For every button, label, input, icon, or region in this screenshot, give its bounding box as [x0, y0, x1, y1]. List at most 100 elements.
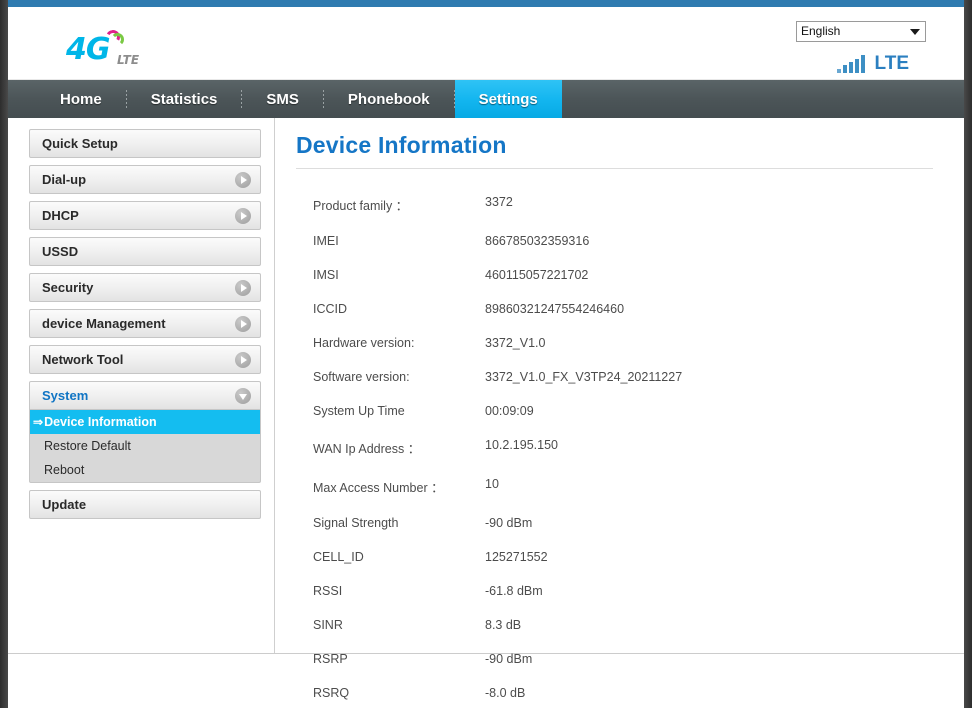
top-accent-bar — [8, 0, 964, 7]
nav-item-statistics[interactable]: Statistics — [127, 80, 242, 118]
row-label: IMEI — [313, 234, 339, 248]
row-label: Max Access Number ： — [313, 481, 444, 495]
sidebar-block-update: Update — [29, 490, 261, 519]
table-row: RSRP -90 dBm — [296, 652, 682, 686]
sidebar-item-device-information[interactable]: ⇒ Device Information — [30, 410, 260, 434]
router-admin-page: 4G LTE English LTE Home Statistics SMS P… — [8, 0, 964, 708]
chevron-down-icon — [910, 29, 920, 35]
row-label: WAN Ip Address ： — [313, 442, 421, 456]
chevron-right-circle-icon — [235, 351, 251, 368]
table-row: CELL_ID 125271552 — [296, 550, 682, 584]
brand-logo: 4G LTE — [66, 28, 166, 73]
sidebar-block-system: System ⇒ Device Information Restore Defa… — [29, 381, 261, 483]
sidebar-item-label: Reboot — [44, 463, 85, 477]
page-header: 4G LTE English LTE — [8, 7, 964, 80]
sidebar-block-device-management: device Management — [29, 309, 261, 338]
table-row: SINR 8.3 dB — [296, 618, 682, 652]
sidebar-item-reboot[interactable]: Reboot — [30, 458, 260, 482]
row-value: 10 — [485, 477, 499, 491]
sidebar-item-label: Network Tool — [42, 352, 124, 367]
sidebar-item-label: DHCP — [42, 208, 79, 223]
sidebar-item-system[interactable]: System — [29, 381, 261, 410]
row-label: IMSI — [313, 268, 339, 282]
system-submenu: ⇒ Device Information Restore Default Reb… — [29, 410, 261, 483]
table-row: Max Access Number ： 10 — [296, 477, 682, 516]
sidebar-item-network-tool[interactable]: Network Tool — [29, 345, 261, 374]
row-value: 3372 — [485, 195, 513, 209]
sidebar-block-quick-setup: Quick Setup — [29, 129, 261, 158]
row-label: RSRP — [313, 652, 348, 666]
sidebar-item-label: Dial-up — [42, 172, 87, 187]
window-left-edge — [0, 0, 8, 708]
table-row: Signal Strength -90 dBm — [296, 516, 682, 550]
signal-arc-inner-icon — [111, 33, 124, 46]
table-row: RSRQ -8.0 dB — [296, 686, 682, 708]
connection-status: LTE — [836, 49, 909, 74]
sidebar-block-dhcp: DHCP — [29, 201, 261, 230]
chevron-right-circle-icon — [235, 171, 251, 188]
sidebar-block-ussd: USSD — [29, 237, 261, 266]
sidebar-block-security: Security — [29, 273, 261, 302]
sidebar-item-dial-up[interactable]: Dial-up — [29, 165, 261, 194]
table-row: Hardware version: 3372_V1.0 — [296, 336, 682, 370]
logo-primary-text: 4G — [66, 32, 110, 67]
sidebar-item-ussd[interactable]: USSD — [29, 237, 261, 266]
row-label: Hardware version: — [313, 336, 415, 350]
main-panel: Device Information Product family ： 3372… — [275, 118, 964, 700]
chevron-right-circle-icon — [235, 279, 251, 296]
title-divider — [296, 168, 933, 169]
network-type-label: LTE — [874, 53, 909, 74]
table-row: RSSI -61.8 dBm — [296, 584, 682, 618]
active-pointer-icon: ⇒ — [33, 415, 44, 429]
row-label: RSSI — [313, 584, 343, 598]
table-row: IMEI 866785032359316 — [296, 234, 682, 268]
sidebar-item-update[interactable]: Update — [29, 490, 261, 519]
table-row: IMSI 460115057221702 — [296, 268, 682, 302]
row-value: -61.8 dBm — [485, 584, 543, 598]
sidebar-item-restore-default[interactable]: Restore Default — [30, 434, 260, 458]
row-label: Software version: — [313, 370, 410, 384]
chevron-right-circle-icon — [235, 315, 251, 332]
sidebar-item-security[interactable]: Security — [29, 273, 261, 302]
sidebar-item-label: Device Information — [44, 415, 157, 429]
nav-item-phonebook[interactable]: Phonebook — [324, 80, 454, 118]
signal-bars-icon — [836, 55, 865, 73]
sidebar-item-label: USSD — [42, 244, 79, 259]
row-label: SINR — [313, 618, 343, 632]
page-title: Device Information — [296, 132, 507, 158]
row-value: 3372_V1.0_FX_V3TP24_20211227 — [485, 370, 683, 384]
table-row: WAN Ip Address ： 10.2.195.150 — [296, 438, 682, 477]
row-value: 89860321247554246460 — [485, 302, 625, 316]
sidebar-item-device-management[interactable]: device Management — [29, 309, 261, 338]
row-value: 10.2.195.150 — [485, 438, 558, 452]
nav-item-home[interactable]: Home — [36, 80, 126, 118]
row-value: 125271552 — [485, 550, 548, 564]
nav-item-sms[interactable]: SMS — [242, 80, 323, 118]
row-value: 00:09:09 — [485, 404, 534, 418]
sidebar-item-label: device Management — [42, 316, 166, 331]
sidebar-item-quick-setup[interactable]: Quick Setup — [29, 129, 261, 158]
nav-item-settings[interactable]: Settings — [454, 80, 562, 118]
table-row: Product family ： 3372 — [296, 195, 682, 234]
row-value: -8.0 dB — [485, 686, 526, 700]
sidebar-item-label: Restore Default — [44, 439, 131, 453]
sidebar-menu: Quick Setup Dial-up DHCP USSD Security d… — [8, 118, 275, 653]
row-label: System Up Time — [313, 404, 405, 418]
sidebar-item-label: Security — [42, 280, 94, 295]
device-info-table: Product family ： 3372 IMEI 8667850323593… — [296, 195, 682, 708]
row-value: 8.3 dB — [485, 618, 522, 632]
browser-window: 4G LTE English LTE Home Statistics SMS P… — [0, 0, 972, 708]
row-label: RSRQ — [313, 686, 350, 700]
chevron-down-circle-icon — [235, 387, 251, 404]
row-label: CELL_ID — [313, 550, 364, 564]
row-label: Product family ： — [313, 199, 409, 213]
language-select-value: English — [801, 24, 841, 38]
row-value: 866785032359316 — [485, 234, 590, 248]
sidebar-item-dhcp[interactable]: DHCP — [29, 201, 261, 230]
language-selector-wrapper[interactable]: English — [796, 21, 926, 42]
sidebar-block-dial-up: Dial-up — [29, 165, 261, 194]
language-select[interactable]: English — [796, 21, 926, 42]
page-body: Quick Setup Dial-up DHCP USSD Security d… — [8, 118, 964, 700]
sidebar-item-label: Update — [42, 497, 87, 512]
main-navigation: Home Statistics SMS Phonebook Settings — [8, 80, 964, 118]
